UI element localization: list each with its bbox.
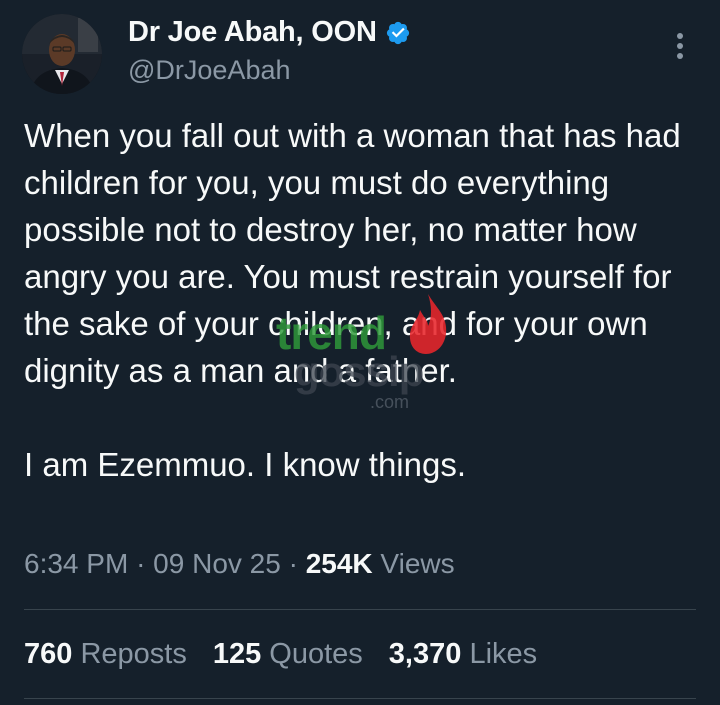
more-vertical-icon	[677, 33, 683, 59]
avatar[interactable]	[22, 14, 102, 94]
tweet-meta: 6:34 PM · 09 Nov 25 · 254K Views	[24, 548, 455, 580]
tweet-date[interactable]: 09 Nov 25	[153, 548, 281, 579]
engagement-stats: 760 Reposts 125 Quotes 3,370 Likes	[24, 638, 563, 671]
quotes-label: Quotes	[269, 638, 363, 670]
quotes-stat[interactable]: 125 Quotes	[213, 638, 363, 671]
quotes-count: 125	[212, 638, 262, 670]
author-name-text[interactable]: Dr Joe Abah, OON	[128, 16, 377, 49]
more-options-button[interactable]	[662, 28, 698, 64]
divider	[24, 698, 696, 699]
tweet-card: Dr Joe Abah, OON @DrJoeAbah When you fal…	[0, 0, 720, 705]
tweet-text: When you fall out with a woman that has …	[24, 112, 704, 488]
profile-photo-icon	[22, 14, 102, 94]
likes-label: Likes	[469, 638, 538, 670]
tweet-time[interactable]: 6:34 PM	[24, 548, 128, 579]
reposts-stat[interactable]: 760 Reposts	[24, 638, 187, 671]
author-handle[interactable]: @DrJoeAbah	[128, 55, 291, 86]
views-label: Views	[380, 548, 455, 579]
tweet-paragraph: I am Ezemmuo. I know things.	[24, 446, 467, 483]
likes-count: 3,370	[388, 638, 462, 670]
views-count: 254K	[305, 548, 373, 579]
author-name[interactable]: Dr Joe Abah, OON	[128, 16, 411, 49]
reposts-label: Reposts	[80, 638, 187, 670]
tweet-paragraph: When you fall out with a woman that has …	[24, 117, 681, 389]
reposts-count: 760	[24, 638, 73, 670]
divider	[24, 609, 696, 610]
meta-separator: ·	[288, 548, 298, 579]
verified-badge-icon[interactable]	[385, 20, 411, 46]
likes-stat[interactable]: 3,370 Likes	[389, 638, 537, 671]
meta-separator: ·	[136, 548, 146, 579]
